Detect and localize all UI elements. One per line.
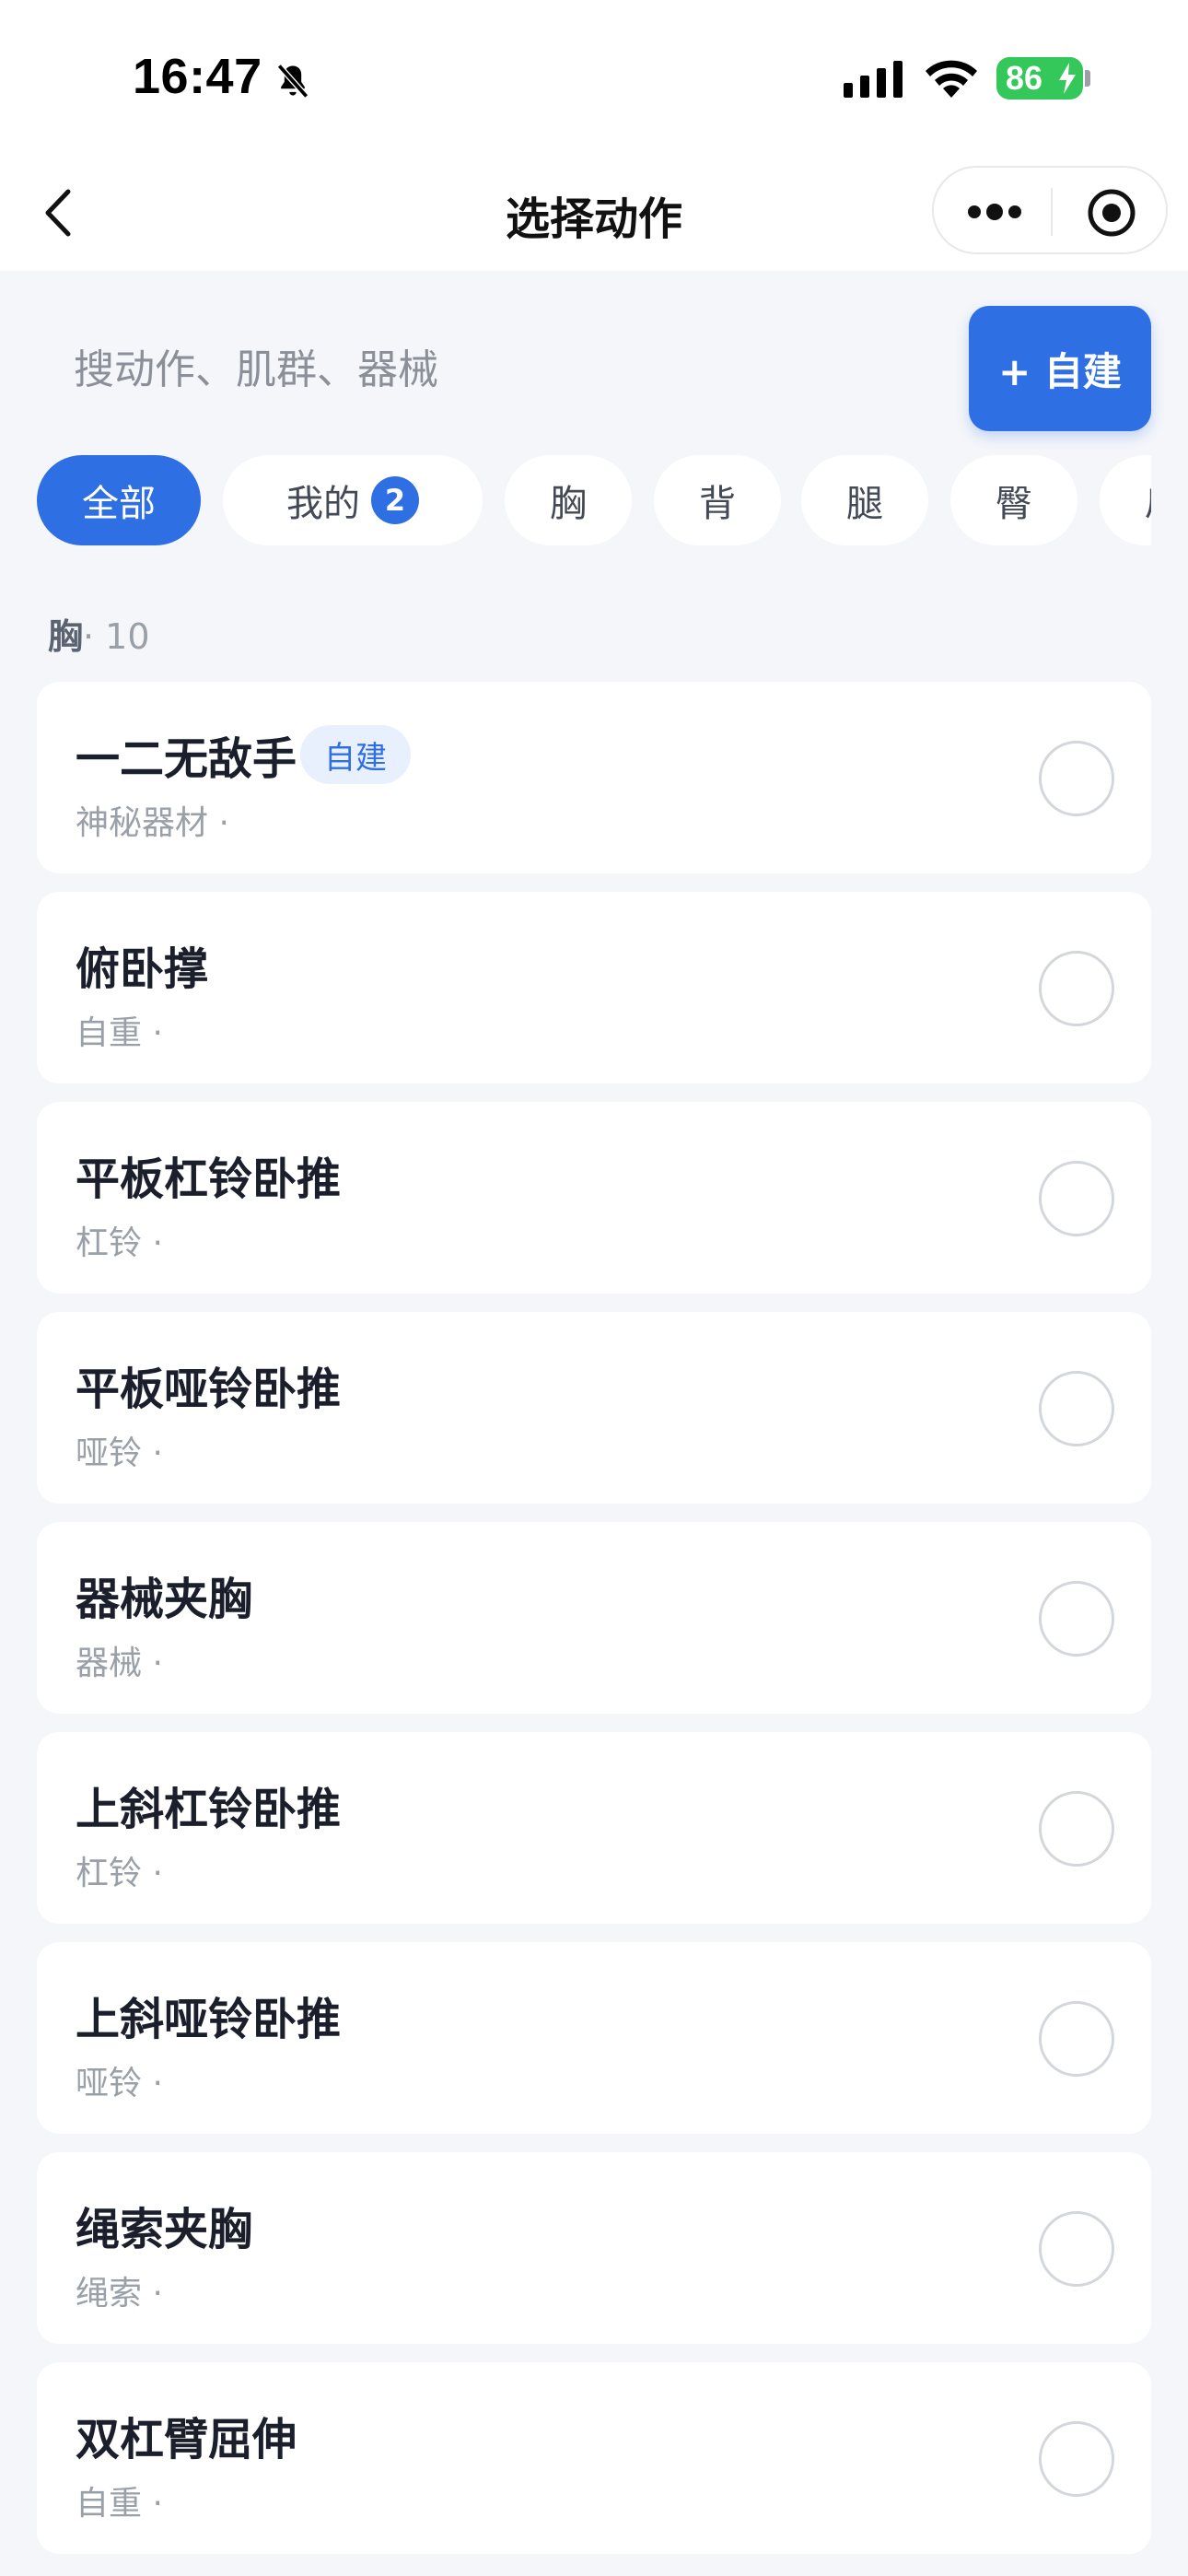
list-item[interactable]: 上斜杠铃卧推 杠铃 · (37, 1732, 1151, 1924)
section-count: · 10 (83, 616, 150, 657)
select-radio[interactable] (1039, 2001, 1114, 2077)
bell-slash-icon (276, 64, 309, 99)
search-bar (37, 319, 921, 420)
exercise-title-row: 上斜哑铃卧推 (76, 1983, 341, 2047)
list-item[interactable]: 上斜哑铃卧推 哑铃 · (37, 1942, 1151, 2134)
exercise-equipment: 哑铃 · (76, 1434, 163, 1472)
chip-label: 臀 (996, 483, 1032, 525)
select-radio[interactable] (1039, 1581, 1114, 1657)
exercise-equipment: 哑铃 · (76, 2065, 163, 2102)
exercise-equipment: 绳索 · (76, 2275, 163, 2313)
create-exercise-button[interactable]: + 自建 (969, 306, 1151, 431)
list-item[interactable]: 双杠臂屈伸 自重 · (37, 2362, 1151, 2554)
exercise-equipment: 杠铃 · (76, 1224, 163, 1262)
custom-tag: 自建 (300, 725, 412, 784)
exercise-name: 俯卧撑 (76, 943, 209, 995)
exercise-title-row: 双杠臂屈伸 (76, 2403, 297, 2467)
select-radio[interactable] (1039, 1371, 1114, 1446)
capsule-divider (1051, 188, 1053, 236)
exercise-title-row: 俯卧撑 (76, 932, 208, 997)
count-badge: 2 (371, 476, 419, 524)
exercise-name: 上斜哑铃卧推 (76, 1994, 342, 2045)
exercise-equipment: 自重 · (76, 1014, 163, 1052)
exercise-name: 平板哑铃卧推 (76, 1364, 342, 1415)
select-radio[interactable] (1039, 2421, 1114, 2497)
more-dots-icon[interactable] (965, 195, 1024, 228)
exercise-equipment: 器械 · (76, 1645, 163, 1682)
exercise-name: 上斜杠铃卧推 (76, 1784, 342, 1835)
select-radio[interactable] (1039, 951, 1114, 1026)
select-radio[interactable] (1039, 1791, 1114, 1867)
chip-legs[interactable]: 腿 (801, 455, 928, 545)
wifi-icon (926, 60, 977, 98)
exercise-name: 绳索夹胸 (76, 2204, 253, 2255)
section-header: 胸· 10 (48, 608, 150, 659)
chip-label: 全部 (82, 483, 156, 525)
battery-level: 86 (1006, 59, 1043, 97)
chip-label: 肩 (1145, 474, 1151, 527)
miniprogram-capsule (932, 166, 1168, 254)
list-item[interactable]: 一二无敌手 自建 神秘器材 · (37, 682, 1151, 873)
nav-bar: 选择动作 (0, 155, 1188, 271)
section-name: 胸 (48, 616, 84, 657)
chip-label: 腿 (846, 483, 883, 525)
chip-all[interactable]: 全部 (37, 455, 201, 545)
exercise-title-row: 绳索夹胸 (76, 2193, 252, 2257)
exercise-title-row: 平板哑铃卧推 (76, 1352, 341, 1417)
chip-label: 我的 (286, 483, 360, 525)
status-bar: 16:47 86 (0, 0, 1188, 155)
exercise-title-row: 上斜杠铃卧推 (76, 1773, 341, 1837)
list-item[interactable]: 俯卧撑 自重 · (37, 892, 1151, 1083)
select-radio[interactable] (1039, 741, 1114, 816)
target-icon[interactable] (1087, 188, 1136, 238)
chip-label: 背 (699, 483, 736, 525)
exercise-name: 双杠臂屈伸 (76, 2414, 297, 2465)
battery-indicator: 86 (996, 57, 1083, 100)
exercise-title-row: 器械夹胸 (76, 1563, 252, 1627)
chip-label: 胸 (550, 483, 587, 525)
select-radio[interactable] (1039, 1161, 1114, 1236)
exercise-equipment: 杠铃 · (76, 1855, 163, 1892)
list-item[interactable]: 平板哑铃卧推 哑铃 · (37, 1312, 1151, 1504)
select-radio[interactable] (1039, 2211, 1114, 2287)
chip-shoulders[interactable]: 肩 (1100, 455, 1151, 545)
exercise-title-row: 一二无敌手 自建 (76, 722, 412, 787)
cellular-signal-icon (844, 61, 903, 98)
status-time: 16:47 (133, 49, 262, 104)
chip-glutes[interactable]: 臀 (950, 455, 1077, 545)
exercise-name: 平板杠铃卧推 (76, 1153, 342, 1205)
list-item[interactable]: 绳索夹胸 绳索 · (37, 2152, 1151, 2344)
chip-back[interactable]: 背 (654, 455, 781, 545)
exercise-name: 一二无敌手 (76, 733, 297, 785)
category-chips: 全部 我的 2 胸 背 腿 臀 肩 (37, 455, 1151, 551)
exercise-equipment: 自重 · (76, 2485, 163, 2523)
exercise-equipment: 神秘器材 · (76, 804, 229, 842)
battery-charging-icon (1059, 63, 1076, 94)
list-item[interactable]: 平板杠铃卧推 杠铃 · (37, 1102, 1151, 1294)
battery-cap (1085, 70, 1090, 87)
list-item[interactable]: 器械夹胸 器械 · (37, 1522, 1151, 1714)
chip-mine[interactable]: 我的 2 (223, 455, 483, 545)
exercise-title-row: 平板杠铃卧推 (76, 1142, 341, 1207)
exercise-name: 器械夹胸 (76, 1574, 253, 1625)
search-input[interactable] (37, 345, 921, 393)
chip-chest[interactable]: 胸 (505, 455, 632, 545)
